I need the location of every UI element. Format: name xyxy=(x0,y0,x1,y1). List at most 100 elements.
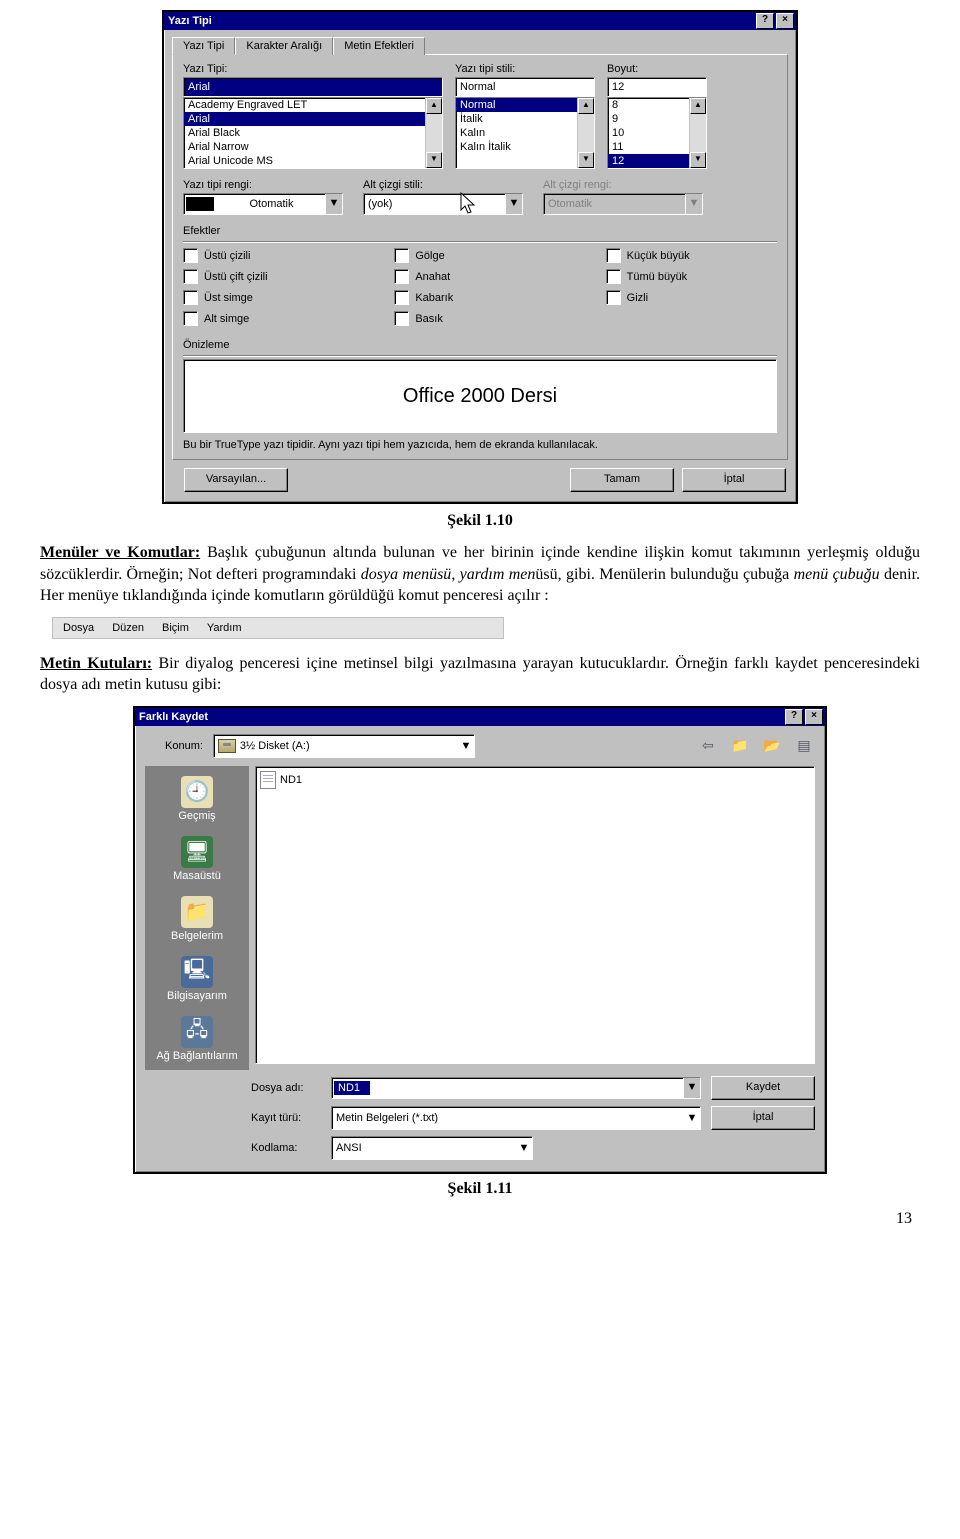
checkbox-icon xyxy=(606,248,621,263)
size-input[interactable]: 12 xyxy=(607,77,707,97)
back-icon[interactable]: ⇦ xyxy=(697,735,719,757)
text-file-icon xyxy=(260,771,276,789)
saveas-titlebar[interactable]: Farklı Kaydet ? × xyxy=(135,708,825,726)
checkbox-icon xyxy=(606,269,621,284)
style-list-item[interactable]: Normal xyxy=(456,98,594,112)
place-desktop[interactable]: 🖥 Masaüstü xyxy=(149,830,245,886)
encoding-label: Kodlama: xyxy=(251,1142,321,1154)
font-list-item[interactable]: Arial Black xyxy=(184,126,442,140)
file-item[interactable]: ND1 xyxy=(260,771,810,789)
engrave-checkbox[interactable]: Basık xyxy=(394,311,565,326)
checkbox-icon xyxy=(183,269,198,284)
menu-format[interactable]: Biçim xyxy=(162,622,189,634)
dialog-title: Farklı Kaydet xyxy=(139,711,208,723)
cancel-button[interactable]: İptal xyxy=(682,468,786,492)
chevron-down-icon: ▼ xyxy=(685,194,702,214)
underline-dropdown[interactable]: (yok) ▼ xyxy=(363,193,523,215)
scroll-down-icon[interactable]: ▼ xyxy=(690,152,706,168)
place-network[interactable]: 🖧 Ağ Bağlantılarım xyxy=(149,1010,245,1066)
chevron-down-icon: ▼ xyxy=(516,1142,532,1154)
font-list-scroll[interactable]: ▲ ▼ xyxy=(425,98,442,168)
chevron-down-icon: ▼ xyxy=(458,740,474,752)
desktop-icon: 🖥 xyxy=(181,836,213,868)
computer-icon: 🖳 xyxy=(181,956,213,988)
tab-font[interactable]: Yazı Tipi xyxy=(172,37,235,55)
place-history[interactable]: 🕘 Geçmiş xyxy=(149,770,245,826)
smallcaps-checkbox[interactable]: Küçük büyük xyxy=(606,248,777,263)
font-list-item[interactable]: Arial xyxy=(184,112,442,126)
underline-label: Alt çizgi stili: xyxy=(363,179,523,191)
style-list-scroll[interactable]: ▲ ▼ xyxy=(577,98,594,168)
shadow-checkbox[interactable]: Gölge xyxy=(394,248,565,263)
effects-group-label: Efektler xyxy=(183,225,777,237)
double-strike-checkbox[interactable]: Üstü çift çizili xyxy=(183,269,354,284)
tab-text-effects[interactable]: Metin Efektleri xyxy=(333,37,425,55)
divider xyxy=(183,355,777,357)
file-list[interactable]: ND1 xyxy=(255,766,815,1064)
dialog-button-row: Varsayılan... Tamam İptal xyxy=(164,468,796,502)
page-number: 13 xyxy=(40,1210,920,1228)
filename-input[interactable]: ND1 ▼ xyxy=(331,1077,701,1099)
tab-char-spacing[interactable]: Karakter Aralığı xyxy=(235,37,333,55)
font-listbox[interactable]: Academy Engraved LET Arial Arial Black A… xyxy=(183,97,443,169)
emboss-checkbox[interactable]: Kabarık xyxy=(394,290,565,305)
new-folder-icon[interactable]: 📂 xyxy=(761,735,783,757)
style-input[interactable]: Normal xyxy=(455,77,595,97)
scroll-up-icon[interactable]: ▲ xyxy=(578,98,594,114)
paragraph-textboxes: Metin Kutuları: Bir diyalog penceresi iç… xyxy=(40,653,920,696)
menu-help[interactable]: Yardım xyxy=(207,622,242,634)
font-list-item[interactable]: Academy Engraved LET xyxy=(184,98,442,112)
superscript-checkbox[interactable]: Üst simge xyxy=(183,290,354,305)
help-button[interactable]: ? xyxy=(785,709,803,725)
font-input[interactable]: Arial xyxy=(183,77,443,97)
encoding-combo[interactable]: ANSI ▼ xyxy=(331,1136,533,1160)
help-button[interactable]: ? xyxy=(756,13,774,29)
font-dialog: Yazı Tipi ? × Yazı Tipi Karakter Aralığı… xyxy=(162,10,798,504)
ok-button[interactable]: Tamam xyxy=(570,468,674,492)
font-list-item[interactable]: Arial Narrow xyxy=(184,140,442,154)
chevron-down-icon: ▼ xyxy=(325,194,342,214)
style-list-item[interactable]: Kalın xyxy=(456,126,594,140)
views-icon[interactable]: ▤ xyxy=(793,735,815,757)
place-documents[interactable]: 📁 Belgelerim xyxy=(149,890,245,946)
outline-checkbox[interactable]: Anahat xyxy=(394,269,565,284)
close-button[interactable]: × xyxy=(805,709,823,725)
font-color-label: Yazı tipi rengi: xyxy=(183,179,343,191)
default-button[interactable]: Varsayılan... xyxy=(184,468,288,492)
strike-checkbox[interactable]: Üstü çizili xyxy=(183,248,354,263)
filename-label: Dosya adı: xyxy=(251,1082,321,1094)
line-color-dropdown: Otomatik ▼ xyxy=(543,193,703,215)
scroll-up-icon[interactable]: ▲ xyxy=(690,98,706,114)
close-button[interactable]: × xyxy=(776,13,794,29)
line-color-label: Alt çizgi rengi: xyxy=(543,179,703,191)
divider xyxy=(183,241,777,243)
scroll-down-icon[interactable]: ▼ xyxy=(578,152,594,168)
menu-file[interactable]: Dosya xyxy=(63,622,94,634)
dialog-title: Yazı Tipi xyxy=(168,15,212,27)
checkbox-icon xyxy=(183,311,198,326)
chevron-down-icon: ▼ xyxy=(683,1078,700,1098)
preview-group-label: Önizleme xyxy=(183,339,777,351)
size-list-scroll[interactable]: ▲ ▼ xyxy=(689,98,706,168)
cancel-button[interactable]: İptal xyxy=(711,1106,815,1130)
style-listbox[interactable]: Normal İtalik Kalın Kalın İtalik ▲ ▼ xyxy=(455,97,595,169)
allcaps-checkbox[interactable]: Tümü büyük xyxy=(606,269,777,284)
style-list-item[interactable]: İtalik xyxy=(456,112,594,126)
font-color-dropdown[interactable]: Otomatik ▼ xyxy=(183,193,343,215)
up-folder-icon[interactable]: 📁 xyxy=(729,735,751,757)
checkbox-icon xyxy=(394,248,409,263)
save-button[interactable]: Kaydet xyxy=(711,1076,815,1100)
filetype-combo[interactable]: Metin Belgeleri (*.txt) ▼ xyxy=(331,1106,701,1130)
size-listbox[interactable]: 8 9 10 11 12 ▲ ▼ xyxy=(607,97,707,169)
subscript-checkbox[interactable]: Alt simge xyxy=(183,311,354,326)
style-list-item[interactable]: Kalın İtalik xyxy=(456,140,594,154)
hidden-checkbox[interactable]: Gizli xyxy=(606,290,777,305)
scroll-up-icon[interactable]: ▲ xyxy=(426,98,442,114)
color-swatch-icon xyxy=(186,197,214,211)
font-dialog-titlebar[interactable]: Yazı Tipi ? × xyxy=(164,12,796,30)
scroll-down-icon[interactable]: ▼ xyxy=(426,152,442,168)
font-list-item[interactable]: Arial Unicode MS xyxy=(184,154,442,168)
place-computer[interactable]: 🖳 Bilgisayarım xyxy=(149,950,245,1006)
menu-edit[interactable]: Düzen xyxy=(112,622,144,634)
location-combo[interactable]: 3½ Disket (A:) ▼ xyxy=(213,734,475,758)
